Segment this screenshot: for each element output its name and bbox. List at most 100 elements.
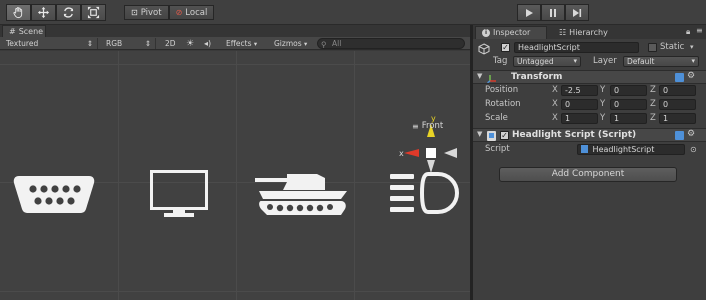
tag-value: Untagged	[517, 57, 554, 66]
monitor-icon[interactable]	[150, 170, 208, 218]
layer-value: Default	[627, 57, 655, 66]
tag-dropdown[interactable]: Untagged	[513, 56, 581, 67]
step-icon	[573, 8, 582, 17]
speaker-icon: ◂)	[204, 39, 212, 48]
grid-line	[0, 64, 470, 65]
script-object-field[interactable]: HeadlightScript	[577, 144, 685, 155]
rotation-z-field[interactable]: 0	[659, 99, 696, 110]
inspector-panel: ✓ HeadlightScript Static ▾ Tag Untagged …	[473, 39, 706, 300]
rotation-row: Rotation X 0 Y 0 Z 0	[473, 98, 706, 111]
scene-viewport[interactable]: y x ≡ Front	[0, 51, 470, 300]
local-button[interactable]: ⊘ Local	[168, 5, 215, 20]
position-x-value: -2.5	[565, 86, 581, 95]
gizmo-center-cube[interactable]	[426, 148, 436, 158]
step-button[interactable]	[565, 4, 589, 21]
rotation-label: Rotation	[485, 99, 521, 109]
static-checkbox[interactable]	[648, 43, 657, 52]
axis-z-label: Z	[650, 85, 656, 95]
help-book-icon[interactable]	[675, 131, 684, 140]
object-name-field[interactable]: HeadlightScript	[514, 42, 639, 53]
serial-port-icon[interactable]	[13, 172, 95, 216]
layer-label: Layer	[593, 56, 617, 66]
add-component-button[interactable]: Add Component	[499, 167, 677, 182]
pause-button[interactable]	[541, 4, 565, 21]
tab-scene[interactable]: # Scene	[2, 25, 46, 37]
lighting-toggle[interactable]: ☀	[186, 38, 194, 49]
position-y-field[interactable]: 0	[610, 85, 647, 96]
script-component-header[interactable]: ▼ ✓ Headlight Script (Script) ⚙	[473, 128, 706, 142]
gear-icon[interactable]: ⚙	[687, 129, 695, 139]
gizmo-negy-cone[interactable]	[427, 160, 435, 173]
transform-title: Transform	[511, 72, 563, 82]
scale-z-field[interactable]: 1	[659, 113, 696, 124]
gizmo-view-text: Front	[421, 121, 444, 131]
play-icon	[526, 8, 533, 17]
active-checkbox[interactable]: ✓	[501, 43, 510, 52]
rotate-tool-button[interactable]	[56, 4, 81, 21]
rotation-y-field[interactable]: 0	[610, 99, 647, 110]
tab-inspector[interactable]: i Inspector	[475, 26, 547, 39]
position-z-field[interactable]: 0	[659, 85, 696, 96]
add-component-label: Add Component	[551, 169, 625, 179]
gizmos-dropdown[interactable]: Gizmos ▾	[274, 38, 307, 49]
rotation-z-value: 0	[663, 100, 669, 109]
transform-axes-icon	[487, 75, 496, 83]
gizmo-x-label: x	[399, 149, 404, 158]
rotation-x-field[interactable]: 0	[561, 99, 598, 110]
audio-toggle[interactable]: ◂)	[204, 38, 211, 49]
2d-toggle[interactable]: 2D	[165, 38, 176, 49]
move-tool-button[interactable]	[31, 4, 56, 21]
axis-x-label: X	[552, 85, 558, 95]
help-book-icon[interactable]	[675, 73, 684, 82]
script-asset-icon	[581, 145, 588, 153]
panel-menu-icon[interactable]: ≡	[696, 26, 703, 35]
static-label: Static	[660, 42, 685, 52]
scale-y-value: 1	[614, 114, 620, 123]
script-enabled-checkbox[interactable]: ✓	[500, 131, 509, 140]
scene-search-input[interactable]: ⚲ All	[317, 38, 465, 49]
gizmo-x-cone[interactable]	[404, 149, 419, 157]
layer-dropdown[interactable]: Default	[623, 56, 699, 67]
local-label: Local	[185, 7, 208, 18]
transform-tools	[6, 4, 106, 21]
axis-x-label: X	[552, 99, 558, 109]
hand-tool-button[interactable]	[6, 4, 31, 21]
inspector-tab-bar: i Inspector ☷ Hierarchy 🔒︎ ≡	[473, 25, 706, 39]
scale-x-field[interactable]: 1	[561, 113, 598, 124]
pivot-icon: ⊡	[131, 8, 138, 17]
tab-scene-label: Scene	[18, 26, 44, 36]
position-x-field[interactable]: -2.5	[561, 85, 598, 96]
gizmo-view-label[interactable]: ≡ Front	[412, 121, 443, 131]
scale-y-field[interactable]: 1	[610, 113, 647, 124]
tab-inspector-label: Inspector	[493, 28, 531, 37]
tag-label: Tag	[493, 56, 508, 66]
shading-mode-dropdown[interactable]: Textured ⇕	[6, 38, 98, 49]
search-placeholder: All	[332, 39, 342, 48]
rotation-y-value: 0	[614, 100, 620, 109]
gizmos-label: Gizmos	[274, 39, 302, 48]
object-picker-icon[interactable]: ⊙	[690, 143, 697, 156]
axis-z-label: Z	[650, 113, 656, 123]
foldout-arrow-icon[interactable]: ▼	[477, 130, 482, 138]
gizmo-negx-cone[interactable]	[444, 148, 457, 158]
tank-icon[interactable]	[253, 168, 351, 218]
chevron-down-icon: ⇕	[144, 39, 151, 48]
transform-header[interactable]: ▼ Transform ⚙	[473, 70, 706, 84]
2d-label: 2D	[165, 39, 176, 48]
rotate-icon	[63, 7, 74, 18]
play-button[interactable]	[517, 4, 541, 21]
axis-x-label: X	[552, 113, 558, 123]
scale-tool-button[interactable]	[81, 4, 106, 21]
chevron-down-icon[interactable]: ▾	[690, 41, 694, 54]
tab-hierarchy[interactable]: ☷ Hierarchy	[553, 26, 614, 39]
position-row: Position X -2.5 Y 0 Z 0	[473, 84, 706, 97]
scale-label: Scale	[485, 113, 508, 123]
render-mode-dropdown[interactable]: RGB ⇕	[106, 38, 156, 49]
foldout-arrow-icon[interactable]: ▼	[477, 72, 482, 80]
effects-dropdown[interactable]: Effects ▾	[226, 38, 257, 49]
pivot-button[interactable]: ⊡ Pivot	[124, 5, 169, 20]
lock-icon[interactable]: 🔒︎	[686, 27, 690, 37]
object-name-value: HeadlightScript	[518, 43, 580, 52]
axis-y-label: Y	[600, 99, 606, 109]
gear-icon[interactable]: ⚙	[687, 71, 695, 81]
